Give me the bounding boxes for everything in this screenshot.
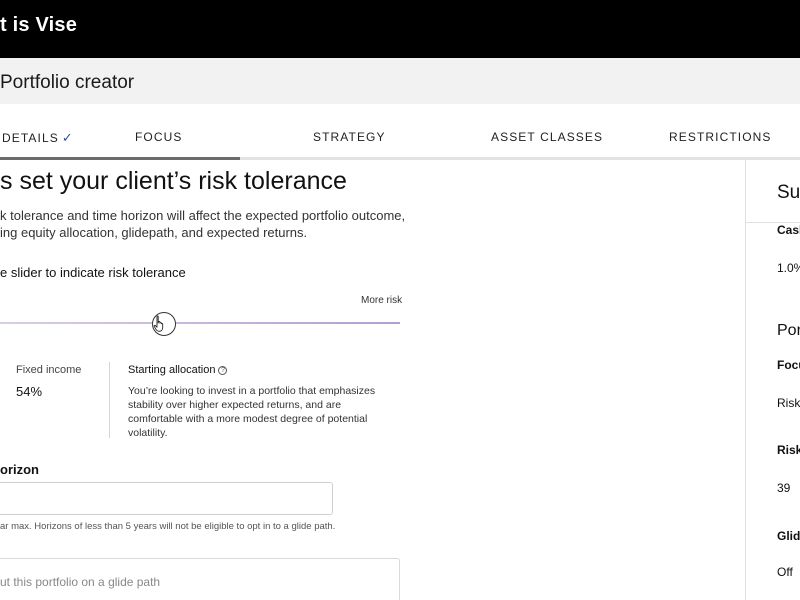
tab-focus-label: FOCUS xyxy=(135,130,183,144)
starting-allocation-label: Starting allocation? xyxy=(128,364,228,376)
tab-focus[interactable]: FOCUS xyxy=(135,130,183,144)
allocation-text-line: stability over higher expected returns, … xyxy=(128,399,342,411)
section-heading: s set your client’s risk tolerance xyxy=(0,167,347,195)
tab-asset-classes-label: ASSET CLASSES xyxy=(491,130,604,144)
tab-asset-classes[interactable]: ASSET CLASSES xyxy=(491,130,603,144)
tabs-progress-indicator xyxy=(0,157,240,160)
cash-label: Cash xyxy=(777,223,800,237)
summary-title: Su xyxy=(777,182,800,203)
description-line: k tolerance and time horizon will affect… xyxy=(0,208,406,223)
starting-allocation-title: Starting allocation xyxy=(128,364,216,376)
pointer-hand-icon xyxy=(153,315,164,332)
allocation-text-line: volatility. xyxy=(128,427,168,439)
time-horizon-label: orizon xyxy=(0,462,39,477)
portfolio-heading: Por xyxy=(777,322,800,339)
glide-path-label: Glid xyxy=(777,529,800,543)
page-header: Portfolio creator xyxy=(0,58,800,104)
tab-restrictions[interactable]: RESTRICTIONS xyxy=(669,130,772,144)
cash-value: 1.0% xyxy=(777,261,800,275)
description-line: ing equity allocation, glidepath, and ex… xyxy=(0,225,308,240)
risk-slider-track[interactable] xyxy=(0,322,400,324)
slider-label: e slider to indicate risk tolerance xyxy=(0,265,186,280)
slider-max-label: More risk xyxy=(361,295,403,306)
glide-path-value: Off xyxy=(777,565,793,579)
fixed-income-label: Fixed income xyxy=(16,364,82,376)
fixed-income-value: 54% xyxy=(16,384,43,399)
focus-value: Risk xyxy=(777,396,800,410)
section-description: k tolerance and time horizon will affect… xyxy=(0,207,406,241)
risk-value: 39 xyxy=(777,481,791,495)
allocation-text-line: comfortable with a more modest degree of… xyxy=(128,413,368,425)
time-horizon-hint: ar max. Horizons of less than 5 years wi… xyxy=(0,521,336,532)
summary-panel: Su Cash 1.0% Por Focu Risk Risk 39 Glid … xyxy=(745,160,800,600)
divider xyxy=(109,362,110,438)
top-bar: t is Vise xyxy=(0,0,800,58)
step-tabs: DETAILS ✓ FOCUS STRATEGY ASSET CLASSES RE… xyxy=(0,104,800,161)
tab-strategy-label: STRATEGY xyxy=(313,130,386,144)
info-icon[interactable]: ? xyxy=(218,366,228,375)
tab-details-label: DETAILS xyxy=(2,131,59,145)
starting-allocation-description: You’re looking to invest in a portfolio … xyxy=(128,384,398,440)
tab-details[interactable]: DETAILS ✓ xyxy=(2,130,74,146)
check-icon: ✓ xyxy=(61,130,74,145)
risk-label: Risk xyxy=(777,443,800,457)
focus-label: Focu xyxy=(777,358,800,372)
tab-restrictions-label: RESTRICTIONS xyxy=(669,130,772,144)
page-title: Portfolio creator xyxy=(0,72,135,93)
app-title: t is Vise xyxy=(0,14,78,36)
glide-path-option-label: ut this portfolio on a glide path xyxy=(0,575,161,589)
time-horizon-input[interactable] xyxy=(0,482,333,515)
allocation-text-line: You’re looking to invest in a portfolio … xyxy=(128,385,376,397)
tab-strategy[interactable]: STRATEGY xyxy=(313,130,386,144)
